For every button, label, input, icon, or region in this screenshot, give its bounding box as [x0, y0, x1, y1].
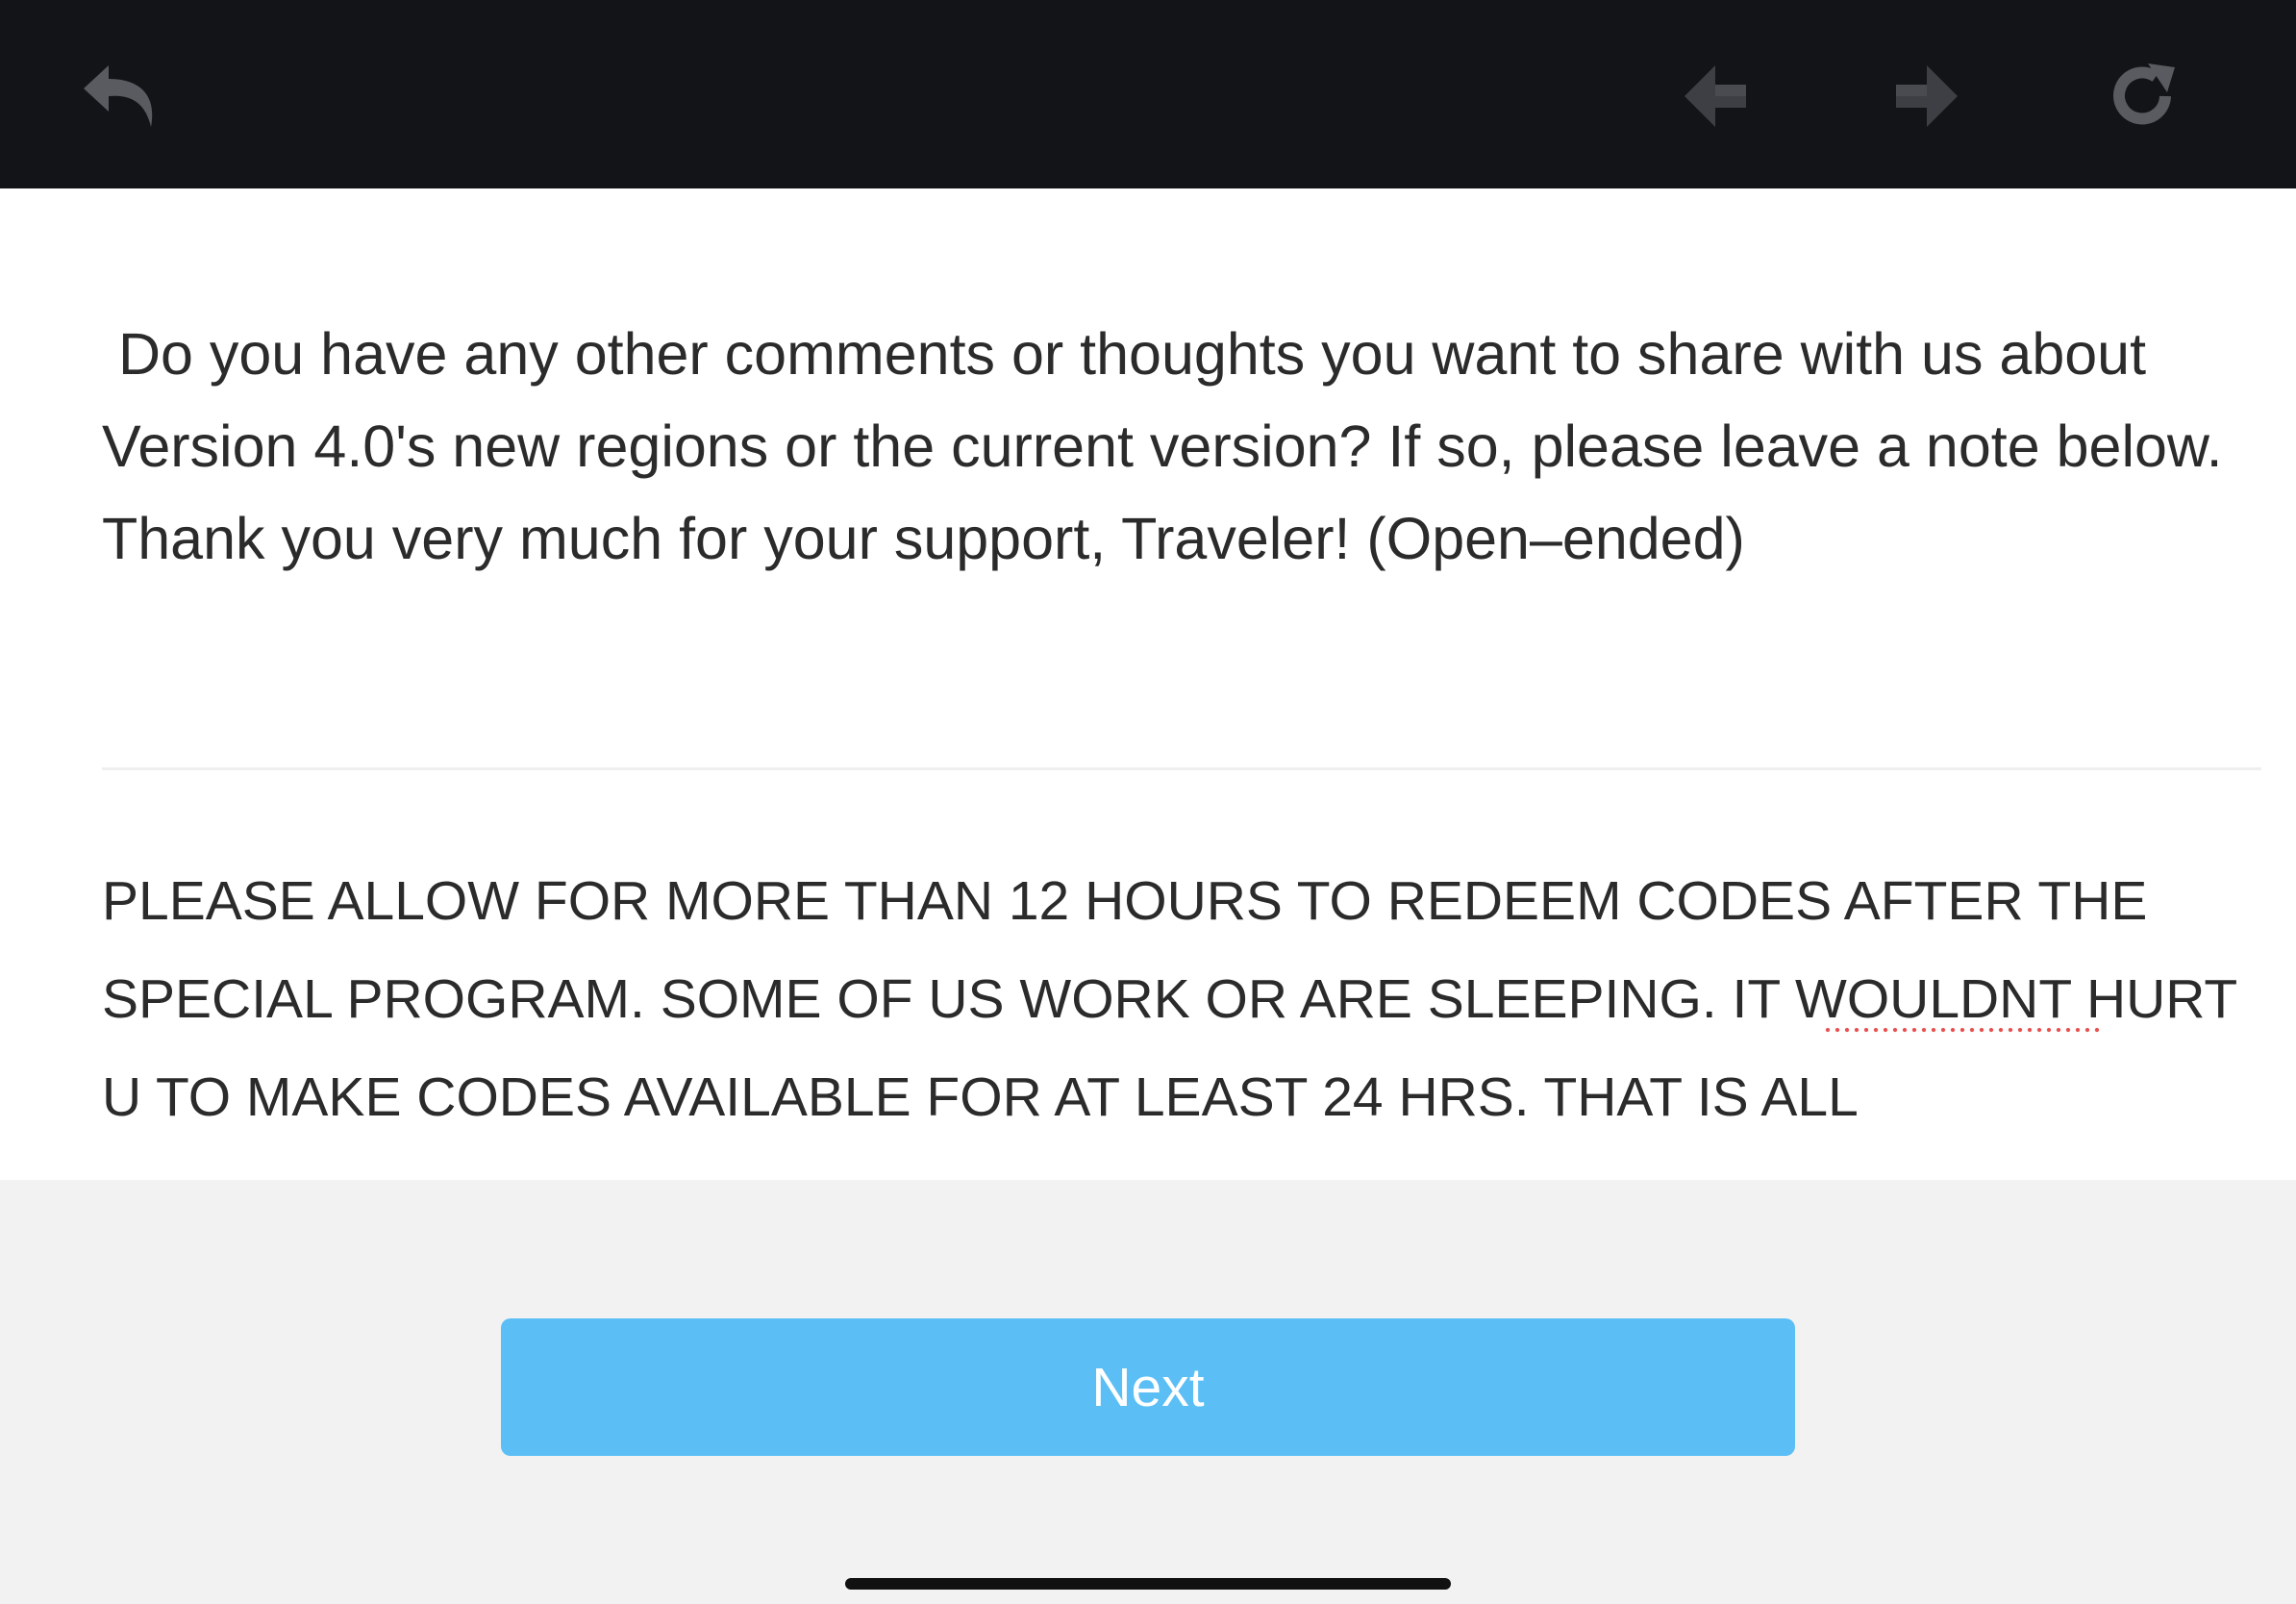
answer-textarea[interactable]: PLEASE ALLOW FOR MORE THAN 12 HOURS TO R… [102, 852, 2261, 1150]
back-button[interactable] [72, 48, 168, 144]
undo-arrow-icon [80, 58, 161, 135]
question-text: Do you have any other comments or though… [102, 321, 2238, 571]
refresh-icon [2104, 58, 2181, 135]
divider [102, 767, 2261, 770]
next-arrow-icon [1890, 60, 1963, 133]
next-button[interactable]: Next [501, 1318, 1795, 1456]
spellcheck-underline [1823, 1027, 2100, 1033]
previous-arrow-icon [1679, 60, 1752, 133]
home-indicator [845, 1578, 1451, 1590]
forward-button[interactable] [1879, 48, 1975, 144]
refresh-button[interactable] [2094, 48, 2190, 144]
browser-toolbar [0, 0, 2296, 188]
previous-button[interactable] [1667, 48, 1763, 144]
